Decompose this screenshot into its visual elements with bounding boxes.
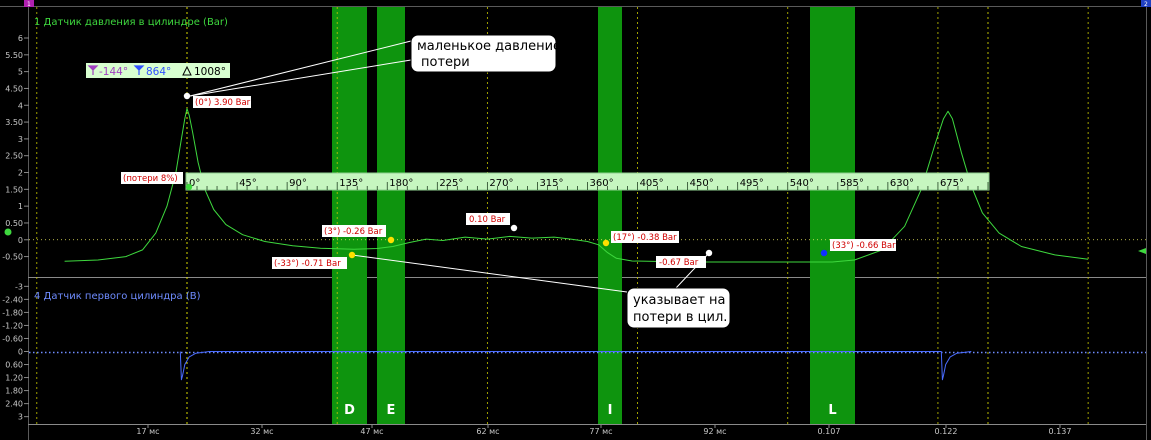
svg-text:-0.67 Bar: -0.67 Bar bbox=[659, 258, 699, 268]
svg-text:0.10 Bar: 0.10 Bar bbox=[469, 215, 506, 225]
y-tick-label-1: 1 bbox=[18, 202, 23, 211]
svg-text:2: 2 bbox=[1144, 1, 1148, 8]
y-tick-label-1: -0.50 bbox=[2, 253, 23, 262]
svg-text:потери в цил.: потери в цил. bbox=[633, 310, 727, 325]
zone-label-1: D bbox=[344, 403, 355, 418]
x-tick-label: 62 мс bbox=[476, 427, 499, 436]
svg-text:потери: потери bbox=[421, 55, 470, 70]
degree-ruler: 0° 45° 90° 135° 180° 225° 270° 315° 360° 405° 450°… bbox=[185, 172, 1014, 191]
y-tick-label-1: 2 bbox=[18, 169, 23, 178]
y-tick-label-4: 0.60 bbox=[5, 361, 23, 370]
zone-label-2: E bbox=[387, 403, 396, 418]
cursor-readout: -144° 864° 1008° bbox=[86, 63, 230, 78]
svg-text:1: 1 bbox=[27, 1, 31, 8]
degree-tick-label: 405° bbox=[640, 178, 664, 189]
y-tick-label-1: 0.50 bbox=[5, 219, 23, 228]
label-l4: (17°) -0.38 Bar bbox=[611, 231, 679, 243]
window-marker-right[interactable]: 2 bbox=[1141, 0, 1151, 8]
y-tick-label-1: 3 bbox=[18, 135, 23, 144]
channel-4-title: 4 Датчик первого цилиндра (В) bbox=[34, 291, 201, 302]
degree-tick-label: 135° bbox=[339, 178, 363, 189]
degree-tick-label: 45° bbox=[239, 178, 257, 189]
marker-loss bbox=[185, 183, 193, 191]
x-tick-label: 32 мс bbox=[250, 427, 273, 436]
svg-text:-144°: -144° bbox=[99, 66, 128, 78]
y-tick-label-4: -2.40 bbox=[2, 295, 23, 304]
svg-text:(17°) -0.38 Bar: (17°) -0.38 Bar bbox=[613, 233, 677, 243]
degree-tick-label: 450° bbox=[690, 178, 714, 189]
y-tick-label-4: 1.80 bbox=[5, 387, 23, 396]
svg-text:864°: 864° bbox=[146, 66, 171, 78]
label-l5: -0.67 Bar bbox=[656, 256, 706, 268]
x-tick-label: 17 мс bbox=[136, 427, 159, 436]
y-tick-label-4: -0.60 bbox=[2, 334, 23, 343]
degree-tick-label: 540° bbox=[790, 178, 814, 189]
label-l2: (-33°) -0.71 Bar bbox=[272, 257, 347, 269]
y-tick-label-1: 4 bbox=[18, 101, 23, 110]
degree-tick-label: 180° bbox=[389, 178, 413, 189]
y-tick-label-4: 3 bbox=[18, 413, 23, 422]
degree-tick-label: 495° bbox=[740, 178, 764, 189]
channel-1-title: 1 Датчик давления в цилиндре (Bar) bbox=[34, 17, 228, 28]
zone-band-4 bbox=[810, 7, 855, 424]
y-tick-label-4: -3 bbox=[15, 282, 23, 291]
degree-tick-label: 270° bbox=[489, 178, 513, 189]
degree-tick-label: 585° bbox=[840, 178, 864, 189]
y-tick-label-1: 0 bbox=[18, 236, 23, 245]
x-tick-label: 0.107 bbox=[818, 427, 841, 436]
marker-l6 bbox=[820, 249, 828, 257]
svg-text:(потери 8%): (потери 8%) bbox=[123, 174, 178, 184]
x-tick-label: 0.137 bbox=[1049, 427, 1072, 436]
y-tick-label-4: -1.20 bbox=[2, 321, 23, 330]
degree-tick-label: 90° bbox=[289, 178, 307, 189]
degree-tick-label: 360° bbox=[590, 178, 614, 189]
zone-band-2 bbox=[377, 7, 405, 424]
label-peak: (0°) 3.90 Bar bbox=[193, 96, 251, 108]
channel-1-zero-marker[interactable] bbox=[4, 228, 12, 236]
svg-text:(33°) -0.66 Bar: (33°) -0.66 Bar bbox=[832, 241, 896, 251]
y-tick-label-4: 2.40 bbox=[5, 400, 23, 409]
marker-l4 bbox=[602, 239, 610, 247]
zone-label-3: I bbox=[608, 403, 613, 418]
svg-text:маленькое давление: маленькое давление bbox=[417, 39, 561, 54]
svg-text:(3°) -0.26 Bar: (3°) -0.26 Bar bbox=[324, 227, 383, 237]
label-l6: (33°) -0.66 Bar bbox=[830, 239, 896, 251]
svg-text:1008°: 1008° bbox=[194, 66, 226, 78]
x-tick-label: 47 мс bbox=[360, 427, 383, 436]
y-tick-label-4: 1.20 bbox=[5, 374, 23, 383]
x-tick-label: 92 мс bbox=[703, 427, 726, 436]
zone-band-3 bbox=[598, 7, 622, 424]
degree-tick-label: 720° bbox=[990, 178, 1014, 189]
marker-l1 bbox=[387, 236, 395, 244]
oscilloscope-chart: 1 2 D E I L 6 5.50 5 4.50 4 3.50 3 2.50 2 1.50 1 0.50 0… bbox=[0, 0, 1151, 440]
svg-text:(-33°) -0.71 Bar: (-33°) -0.71 Bar bbox=[274, 259, 341, 269]
marker-l2 bbox=[348, 251, 356, 259]
y-tick-label-1: 4.50 bbox=[5, 84, 23, 93]
svg-text:указывает на: указывает на bbox=[633, 293, 726, 308]
svg-text:(0°) 3.90 Bar: (0°) 3.90 Bar bbox=[195, 98, 251, 108]
degree-tick-label: 225° bbox=[439, 178, 463, 189]
degree-tick-label: 315° bbox=[539, 178, 563, 189]
y-tick-label-4: -1.80 bbox=[2, 308, 23, 317]
zone-label-4: L bbox=[828, 403, 836, 418]
marker-peak bbox=[183, 92, 191, 100]
x-tick-label: 0.122 bbox=[935, 427, 958, 436]
label-loss: (потери 8%) bbox=[121, 172, 183, 184]
y-tick-label-1: 3.50 bbox=[5, 118, 23, 127]
y-tick-label-4: 0 bbox=[18, 348, 23, 357]
y-tick-label-1: 2.50 bbox=[5, 152, 23, 161]
label-l1: (3°) -0.26 Bar bbox=[322, 225, 386, 237]
window-marker-left[interactable]: 1 bbox=[24, 0, 34, 8]
marker-l3 bbox=[510, 224, 518, 232]
y-tick-label-1: 6 bbox=[18, 34, 23, 43]
y-tick-label-1: 1.50 bbox=[5, 185, 23, 194]
y-tick-label-1: 5.50 bbox=[5, 51, 23, 60]
degree-tick-label: 675° bbox=[940, 178, 964, 189]
marker-l5 bbox=[705, 249, 713, 257]
y-tick-label-1: 5 bbox=[18, 68, 23, 77]
degree-tick-label: 630° bbox=[890, 178, 914, 189]
x-tick-label: 77 мс bbox=[589, 427, 612, 436]
label-l3: 0.10 Bar bbox=[466, 213, 510, 225]
